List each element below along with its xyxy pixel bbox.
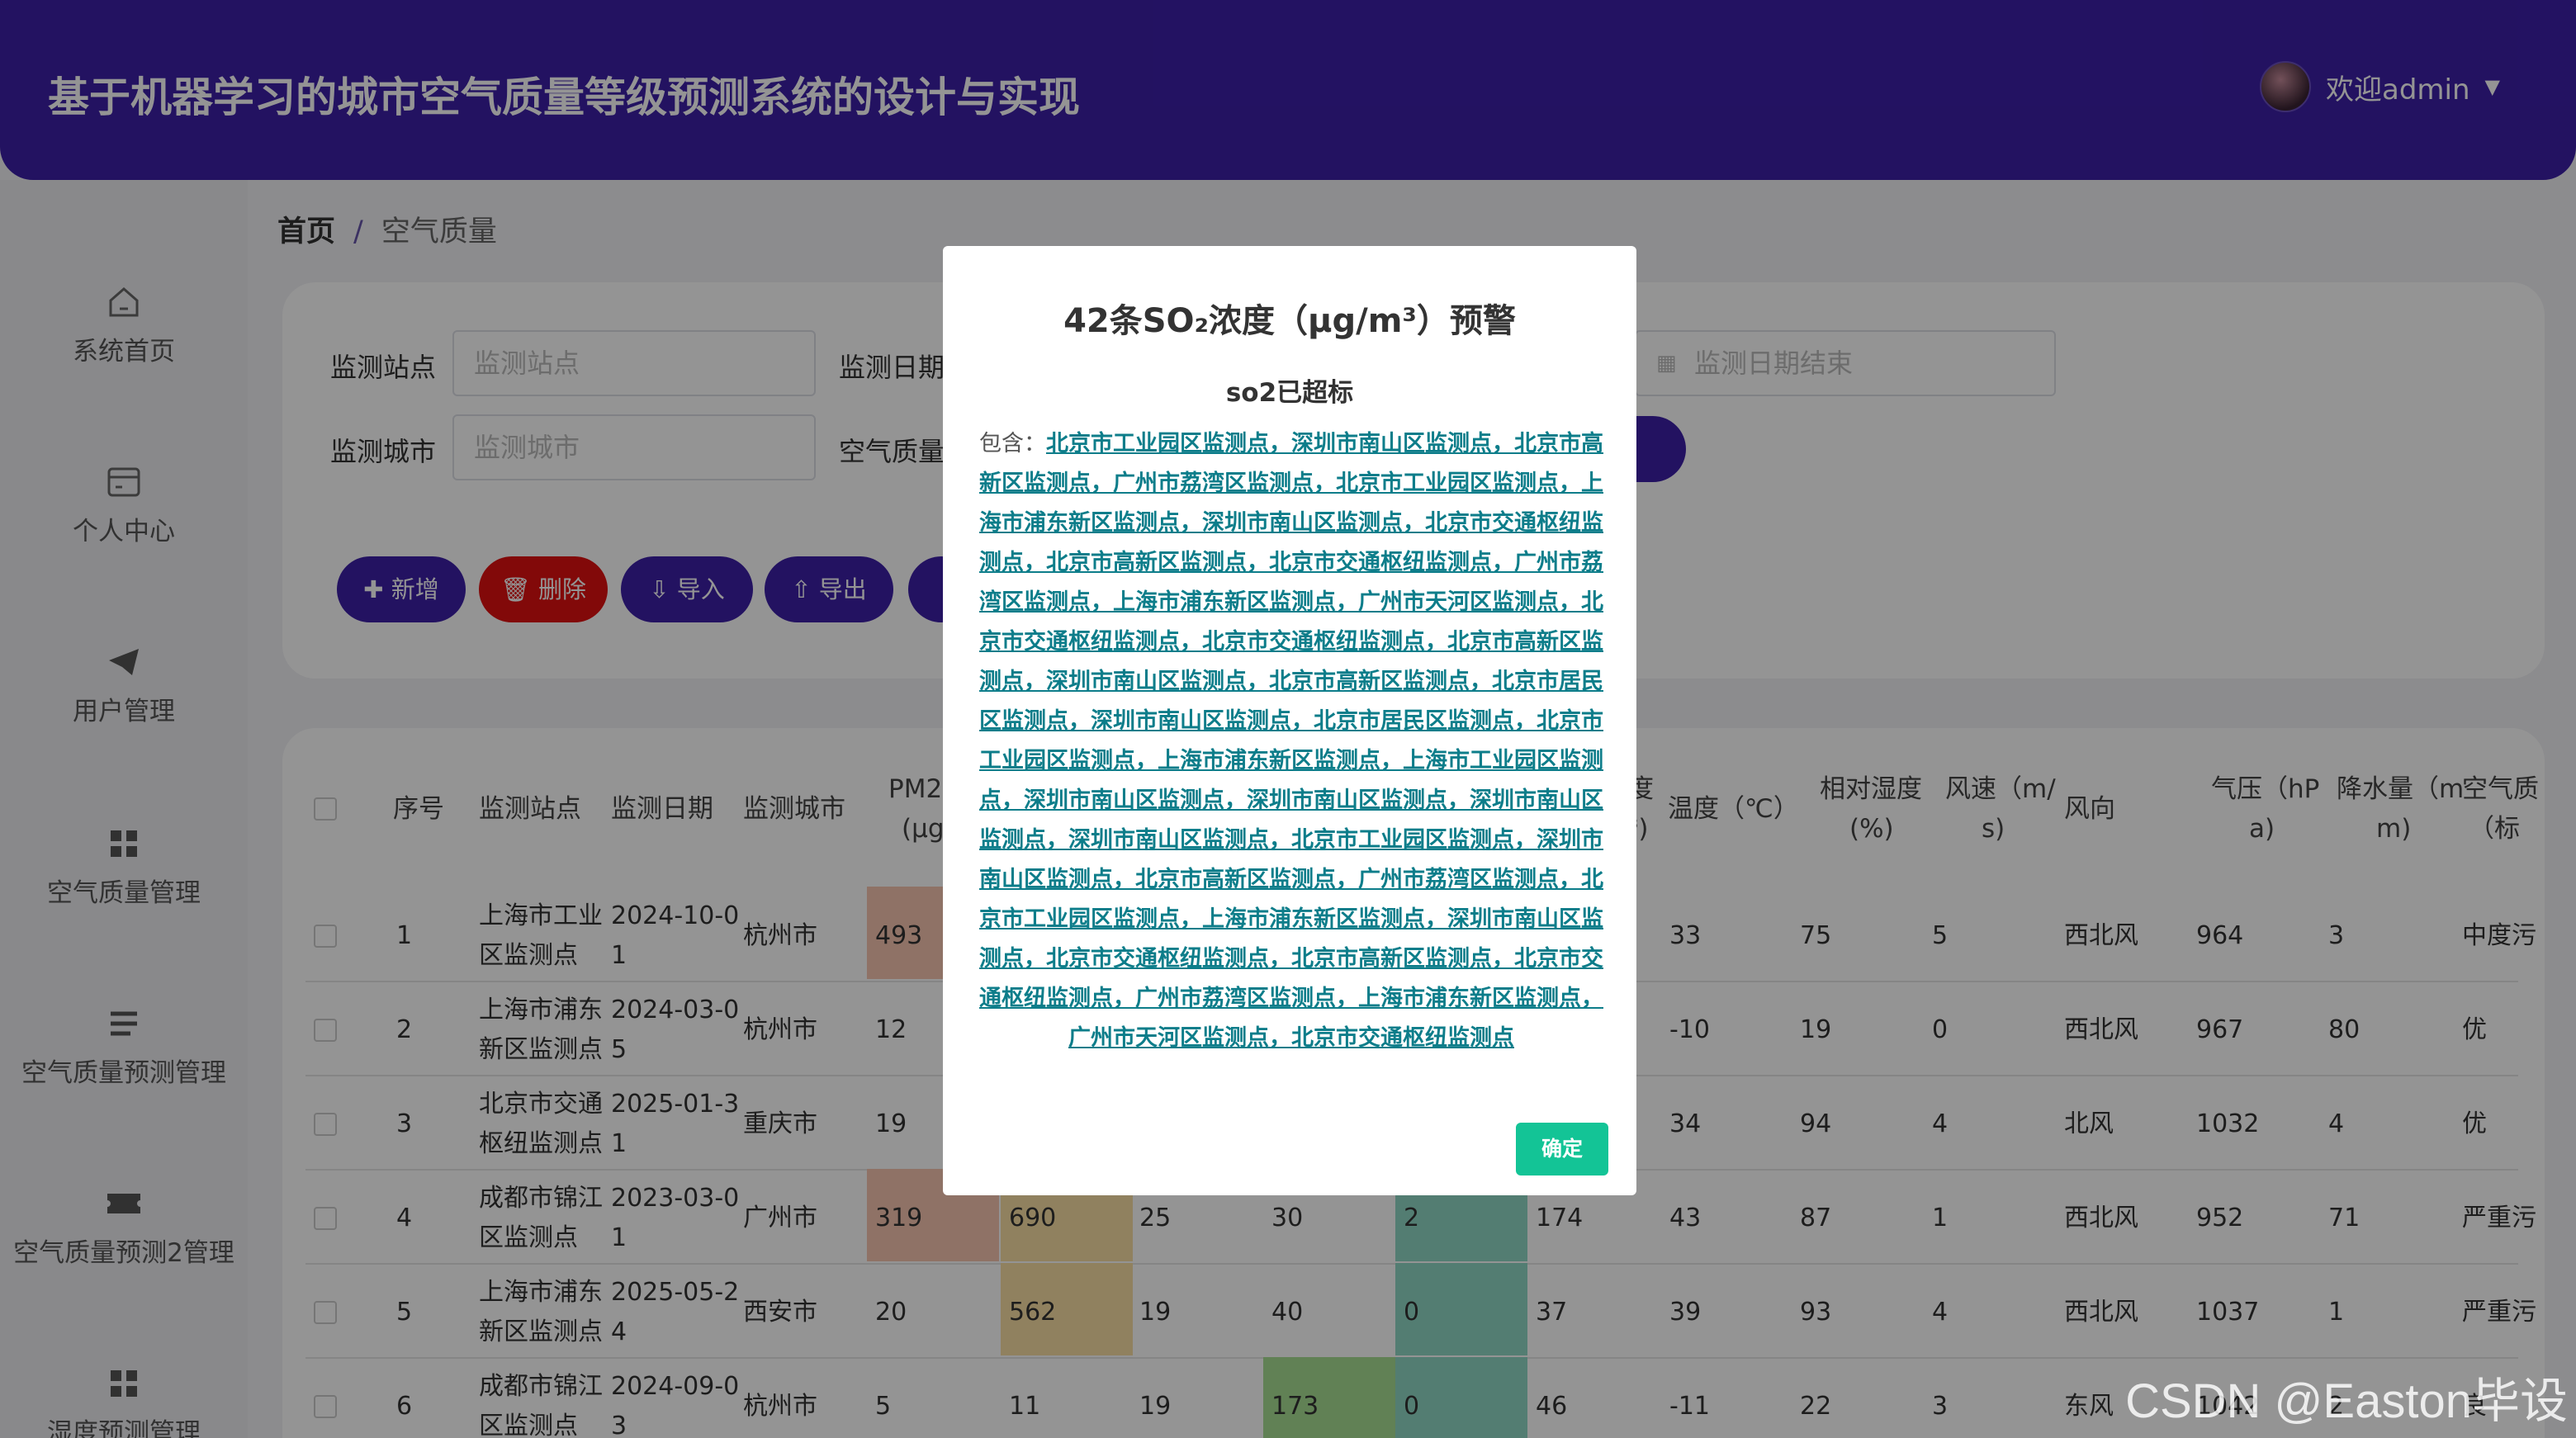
watermark: CSDN @Easton毕设 xyxy=(2125,1374,2568,1428)
dialog-prefix: 包含： xyxy=(979,431,1046,456)
warning-dialog: 42条SO₂浓度（μg/m³）预警 so2已超标 包含：北京市工业园区监测点，深… xyxy=(943,246,1636,1195)
dialog-subtitle: so2已超标 xyxy=(1225,378,1354,408)
station-list-link[interactable]: 北京市工业园区监测点，深圳市南山区监测点，北京市高新区监测点，广州市荔湾区监测点… xyxy=(979,431,1603,1051)
dialog-body: 包含：北京市工业园区监测点，深圳市南山区监测点，北京市高新区监测点，广州市荔湾区… xyxy=(978,424,1605,1058)
dialog-title: 42条SO₂浓度（μg/m³）预警 xyxy=(1063,302,1516,340)
confirm-button[interactable]: 确定 xyxy=(1516,1123,1608,1175)
